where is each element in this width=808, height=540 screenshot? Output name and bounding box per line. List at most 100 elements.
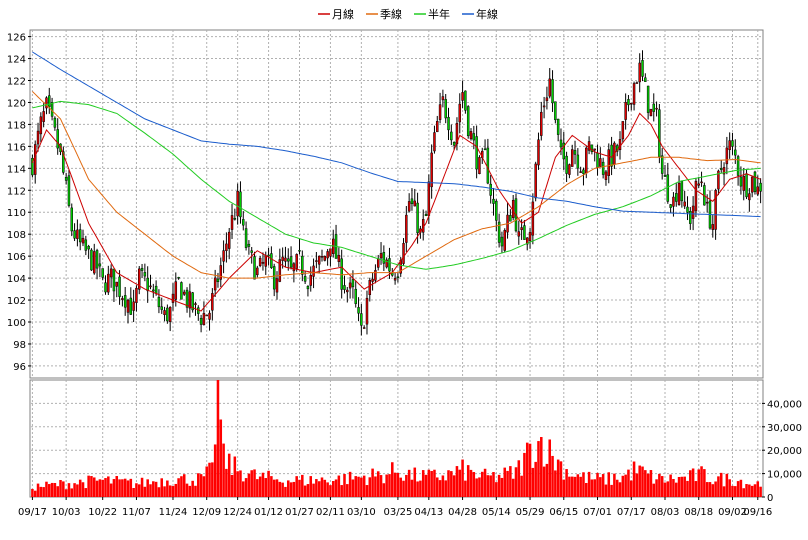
candle-body: [70, 207, 74, 232]
volume-bar: [674, 482, 678, 497]
volume-bar: [587, 471, 591, 497]
candle-body: [711, 224, 715, 230]
candle-body: [376, 258, 380, 268]
candle-body: [323, 256, 327, 261]
candle-body: [531, 201, 535, 236]
candle-body: [517, 231, 521, 237]
volume-bar: [340, 485, 343, 497]
candle-body: [326, 251, 329, 259]
volume-bar: [666, 481, 670, 497]
candle-body: [87, 245, 90, 250]
candle-body: [81, 237, 85, 244]
volume-bar: [376, 471, 380, 497]
price-tick-label: 104: [7, 274, 26, 285]
volume-bar: [194, 485, 197, 497]
candle-body: [348, 282, 352, 289]
candle-body: [357, 307, 360, 314]
candle-body: [534, 163, 537, 199]
volume-bar: [703, 469, 706, 497]
volume-bar: [351, 479, 355, 497]
volume-bar: [652, 483, 656, 497]
volume-bar: [672, 478, 675, 497]
date-tick-label: 10/03: [52, 507, 81, 518]
candle-body: [669, 204, 672, 208]
candle-body: [292, 263, 296, 272]
candle-body: [416, 202, 419, 234]
volume-bar: [725, 473, 729, 497]
candle-body: [745, 173, 748, 198]
volume-tick-label: 10,000: [767, 470, 802, 481]
candle-body: [109, 268, 113, 278]
volume-bar: [104, 478, 107, 497]
volume-bar: [53, 482, 57, 497]
candle-body: [570, 149, 574, 167]
volume-bar: [379, 475, 383, 497]
price-tick-label: 126: [7, 33, 26, 44]
volume-bar: [756, 481, 760, 497]
candle-body: [728, 140, 731, 151]
volume-bar: [739, 479, 743, 497]
candle-body: [405, 214, 408, 243]
volume-bar: [736, 481, 740, 497]
volume-bar: [492, 472, 495, 497]
date-tick-label: 03/10: [347, 507, 376, 518]
volume-bar: [722, 486, 726, 497]
candle-body: [379, 253, 383, 259]
volume-tick-label: 20,000: [767, 446, 802, 457]
volume-bar: [444, 480, 447, 497]
volume-bar: [177, 478, 180, 497]
volume-bar: [374, 476, 377, 497]
volume-bar: [87, 475, 90, 497]
price-tick-label: 120: [7, 98, 26, 109]
volume-bar: [441, 475, 445, 497]
volume-bar: [191, 480, 194, 497]
volume-bar: [624, 474, 627, 497]
candle-body: [42, 111, 45, 122]
volume-bar: [354, 476, 357, 497]
candle-body: [540, 111, 543, 136]
volume-bar: [157, 487, 161, 497]
candle-body: [624, 102, 627, 120]
volume-bar: [610, 484, 613, 497]
volume-bar: [520, 475, 523, 497]
volume-bar: [258, 476, 262, 497]
volume-bar: [393, 472, 397, 497]
candle-body: [492, 198, 495, 204]
volume-bar: [719, 472, 723, 497]
candle-body: [627, 99, 630, 106]
volume-bar: [267, 470, 270, 497]
candle-body: [683, 201, 686, 207]
volume-bar: [554, 470, 557, 497]
price-tick-label: 98: [13, 340, 26, 351]
volume-bar: [410, 479, 414, 497]
candle-body: [354, 288, 357, 304]
candle-body: [275, 278, 279, 293]
candle-body: [253, 256, 256, 280]
volume-bar: [621, 475, 625, 497]
volume-bar: [495, 482, 498, 497]
volume-bar: [568, 476, 571, 497]
volume-bar: [750, 485, 754, 497]
candle-body: [478, 157, 481, 175]
volume-bar: [222, 443, 225, 497]
volume-bar: [242, 481, 245, 497]
candle-body: [93, 251, 96, 274]
candle-body: [320, 256, 324, 258]
volume-bar: [424, 474, 428, 497]
volume-bar: [646, 473, 650, 497]
volume-bar: [458, 469, 462, 497]
volume-bar: [188, 485, 192, 497]
candle-body: [427, 181, 431, 216]
volume-bar: [700, 466, 703, 497]
candle-body: [579, 171, 582, 173]
volume-bar: [289, 482, 293, 497]
volume-bar: [56, 486, 59, 497]
volume-bar: [225, 468, 228, 497]
volume-bar: [559, 461, 563, 497]
candle-body: [585, 147, 588, 174]
volume-bar: [239, 470, 242, 497]
candle-body: [382, 252, 386, 264]
volume-bar: [618, 482, 622, 497]
volume-bar: [486, 475, 490, 497]
candle-body: [731, 140, 734, 147]
